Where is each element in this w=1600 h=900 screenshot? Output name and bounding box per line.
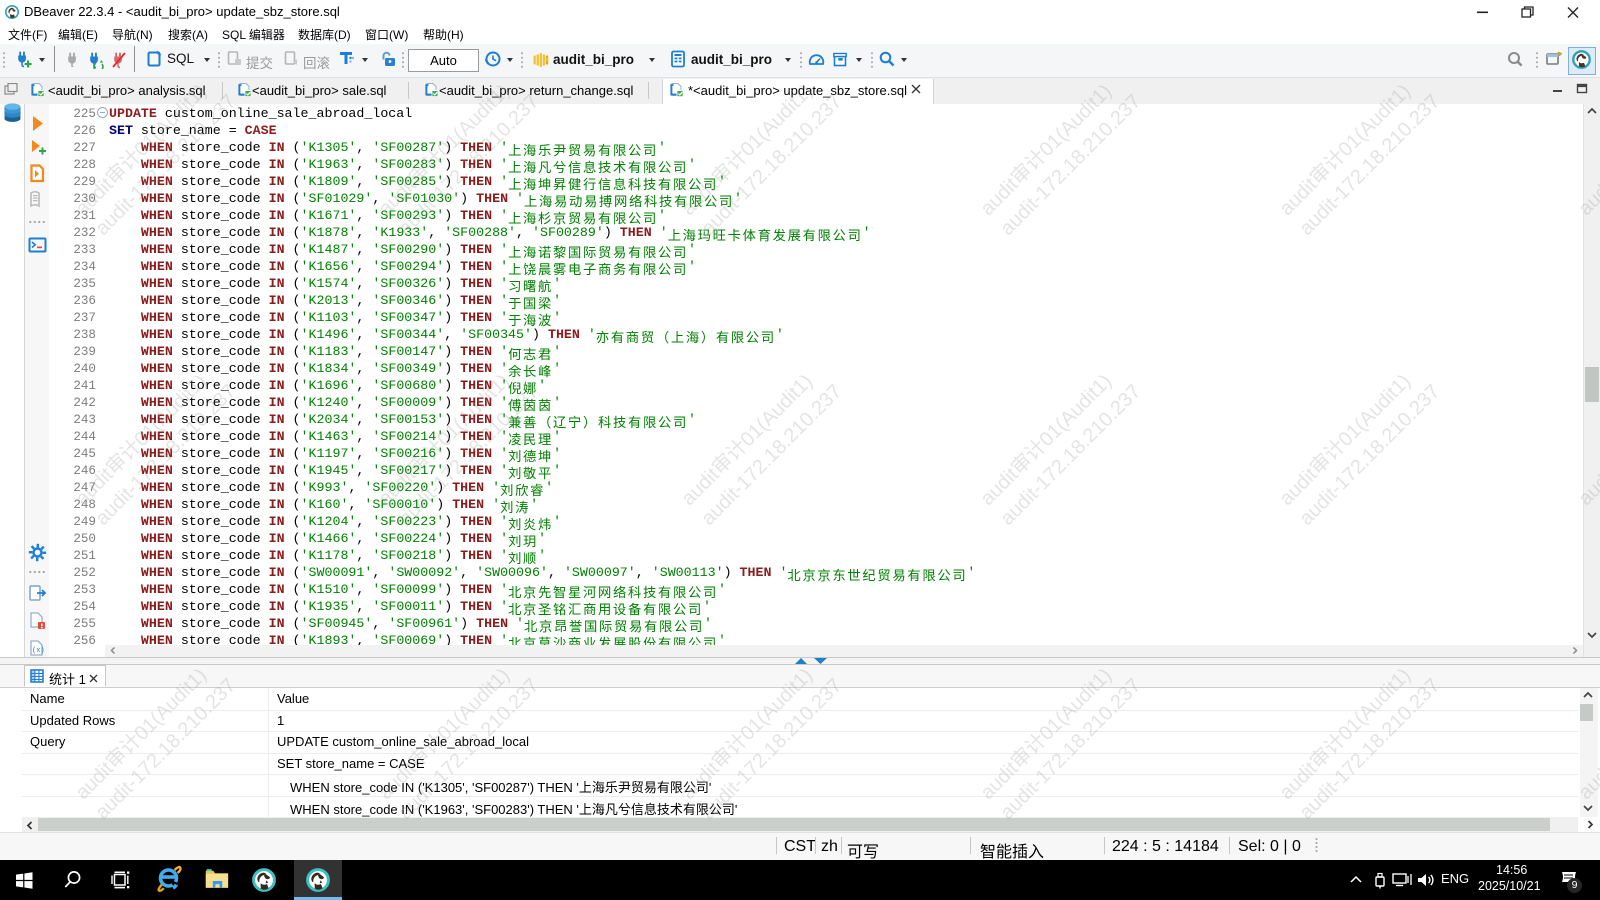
svg-text:(x): (x) xyxy=(32,647,45,655)
